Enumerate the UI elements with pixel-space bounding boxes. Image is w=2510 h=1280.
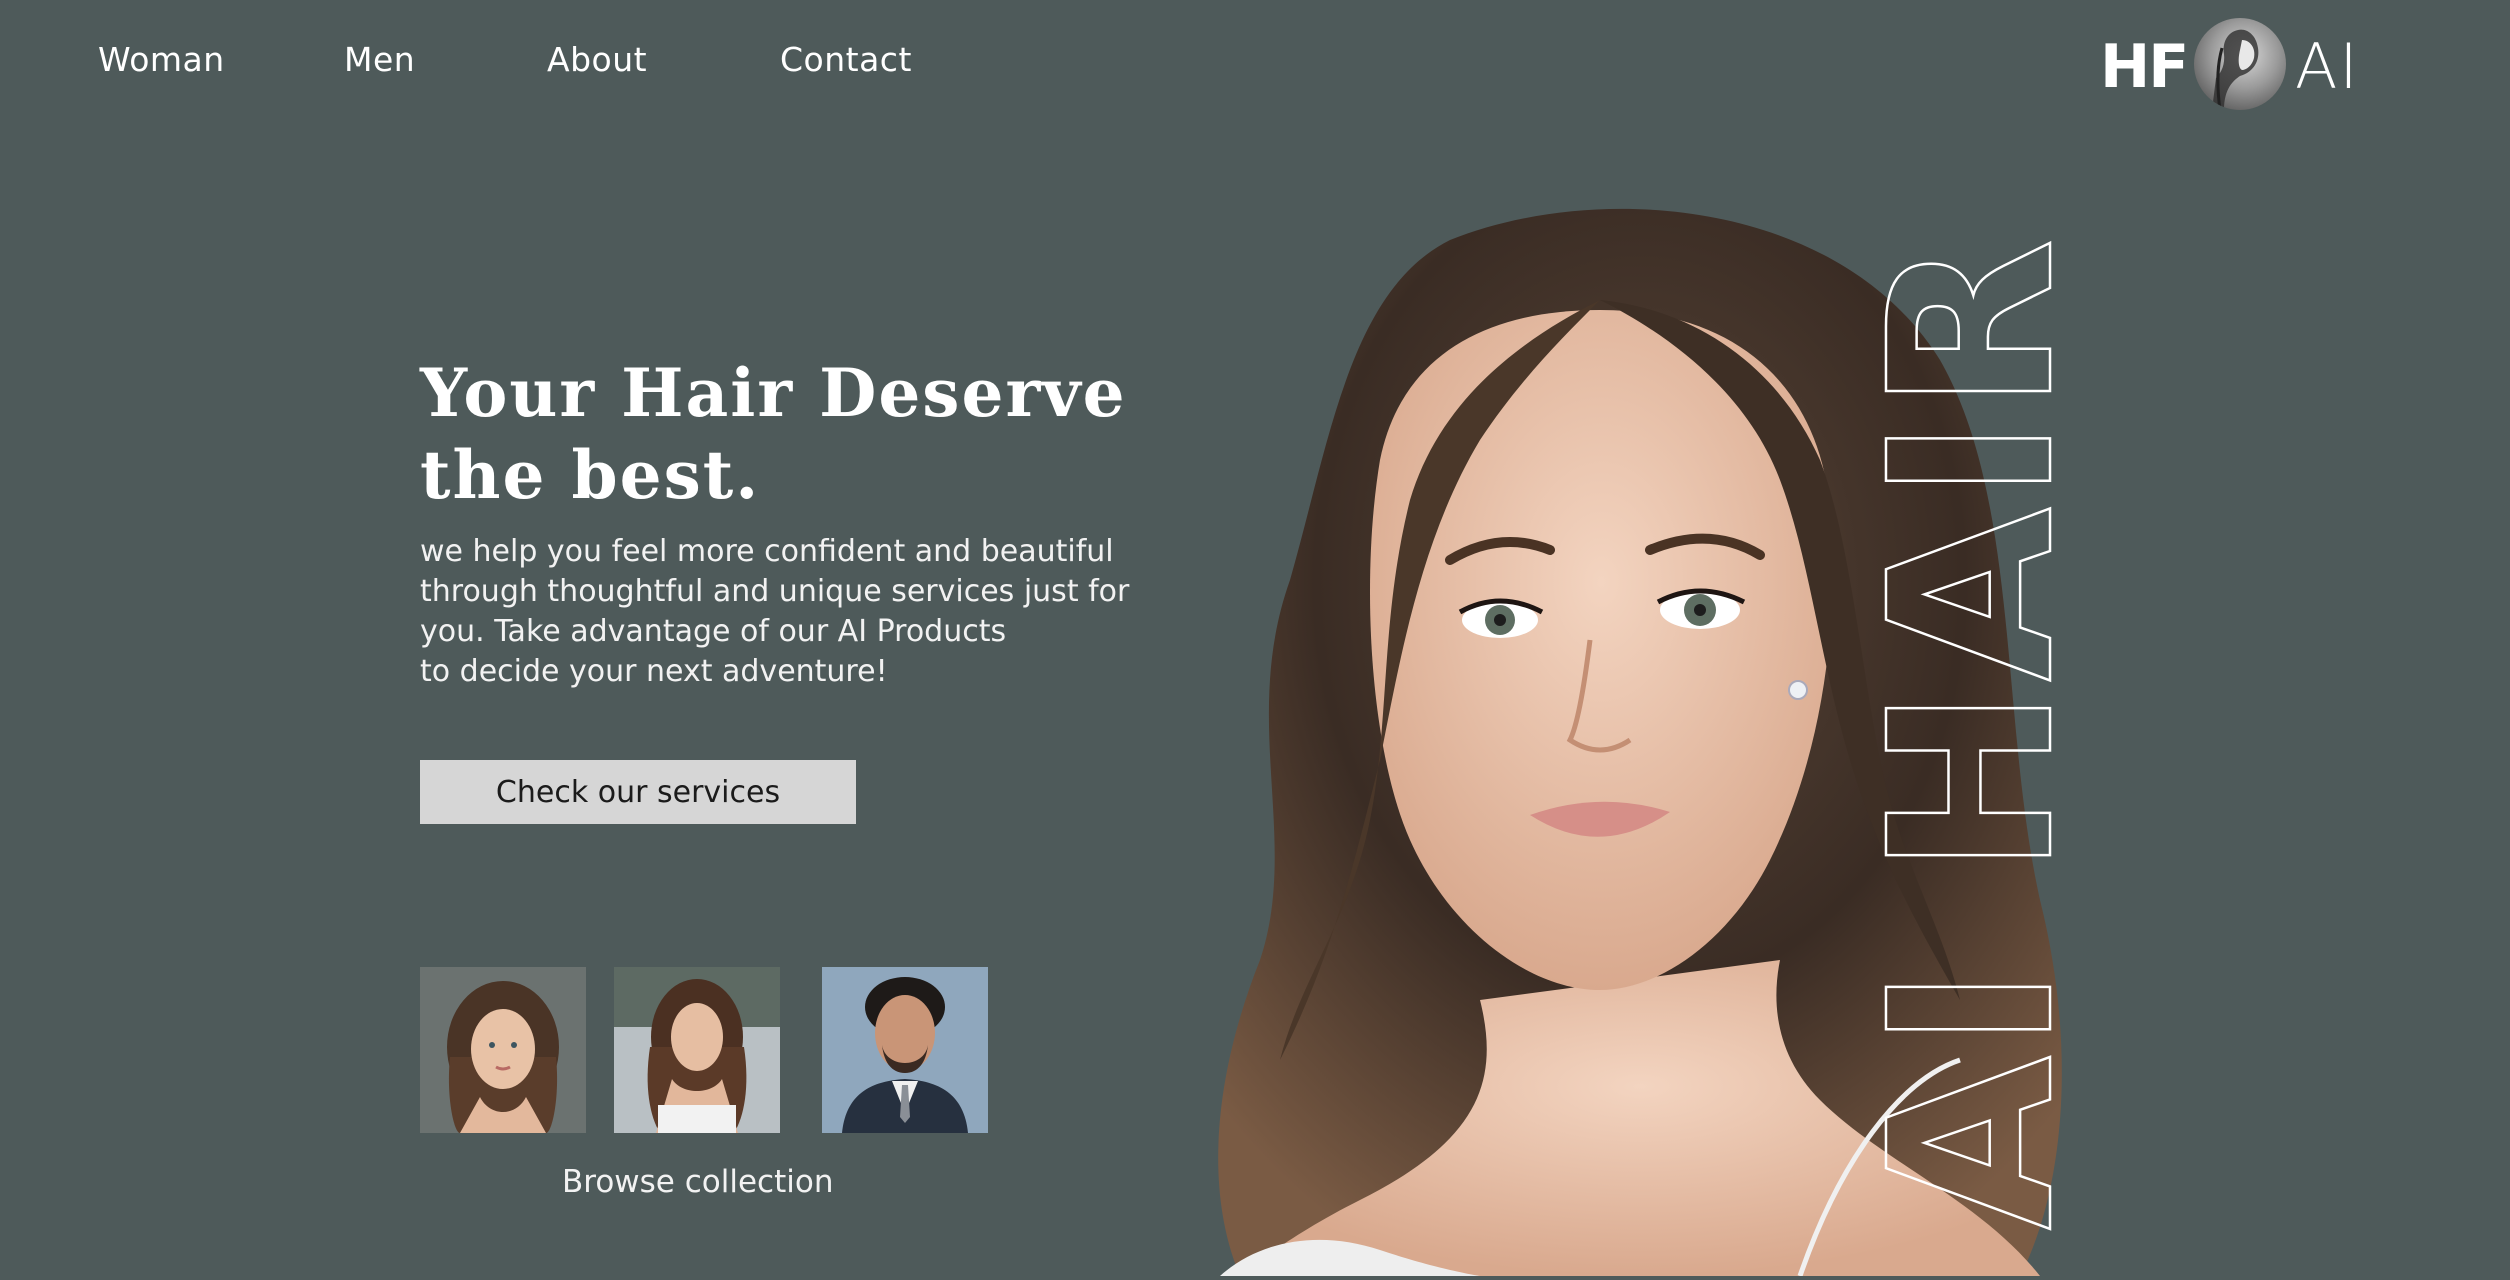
nav-link-men[interactable]: Men [344,40,415,79]
nav-link-woman[interactable]: Woman [98,40,225,79]
logo-text-hf: HF [2100,32,2189,102]
browse-collection-link[interactable]: Browse collection [562,1164,833,1200]
hero-subtitle: we help you feel more confident and beau… [420,532,1180,692]
brand-logo[interactable]: HF AI [2100,16,2360,116]
hero-vertical-text: AI HAIR [1840,220,2106,1240]
hero-subtitle-line: you. Take advantage of our AI Products [420,614,1007,649]
collection-thumb-woman-curly[interactable] [420,967,586,1133]
hero-subtitle-line: to decide your next adventure! [420,654,888,689]
nav-link-about[interactable]: About [547,40,647,79]
vertical-text-label: AI HAIR [1842,232,2080,1230]
collection-thumb-man-suit[interactable] [822,967,988,1133]
hero-subtitle-line: through thoughtful and unique services j… [420,574,1130,609]
check-services-button[interactable]: Check our services [420,760,856,824]
hero-subtitle-line: we help you feel more confident and beau… [420,534,1114,569]
nav-link-contact[interactable]: Contact [780,40,912,79]
collection-thumb-woman-bride[interactable] [614,967,780,1133]
logo-portrait-badge [2194,18,2286,110]
logo-text-ai: AI [2295,30,2360,103]
